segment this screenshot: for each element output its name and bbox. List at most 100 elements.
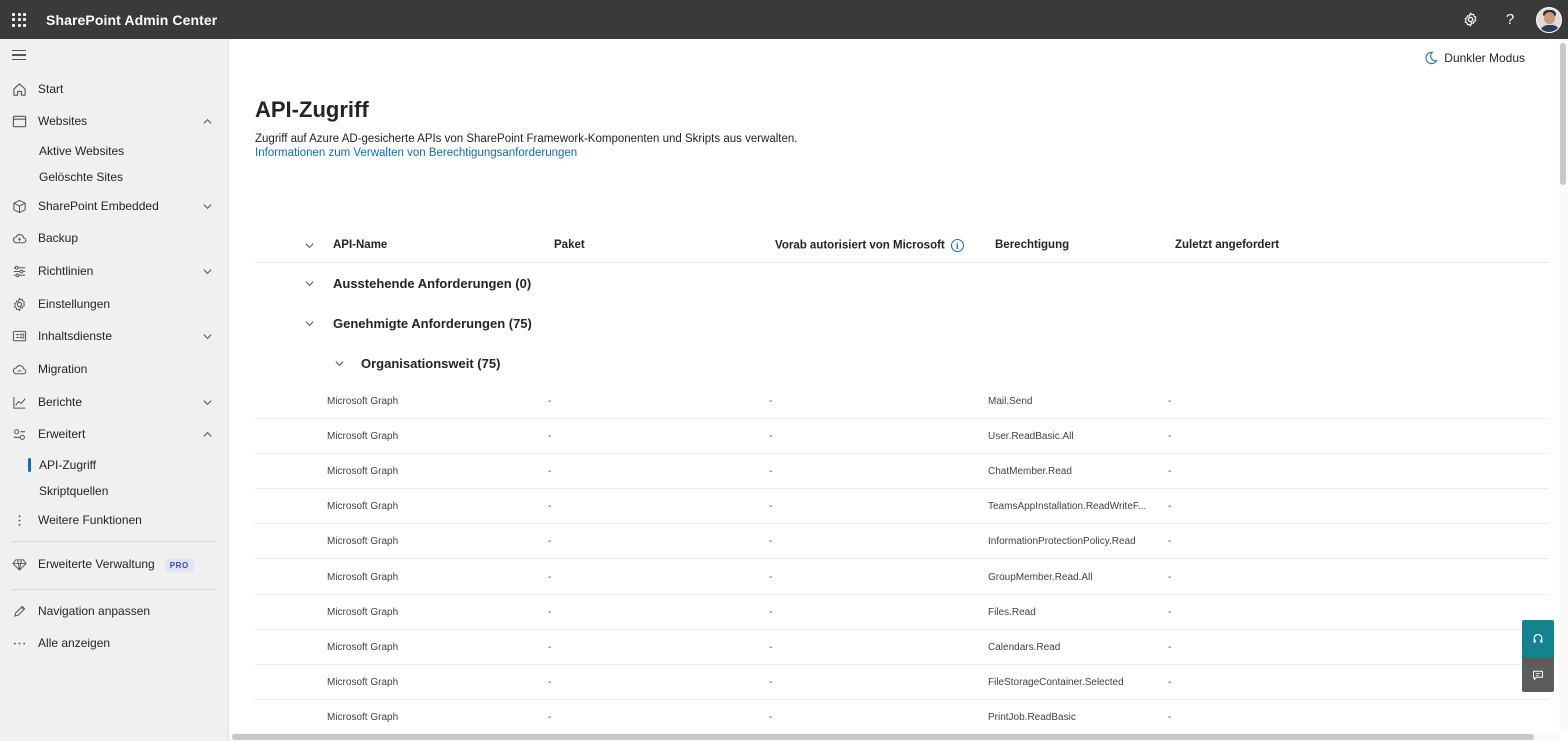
app-title[interactable]: SharePoint Admin Center	[46, 12, 217, 28]
table-row[interactable]: Microsoft Graph - - FileStorageContainer.Se…	[255, 665, 1549, 700]
help-support-button[interactable]	[1522, 620, 1554, 657]
cell-package: -	[548, 396, 552, 407]
sidebar-item-backup[interactable]: Backup	[0, 224, 229, 252]
group-approved-requests[interactable]: Genehmigte Anforderungen (75)	[303, 316, 532, 331]
cell-permission: TeamsAppInstallation.ReadWriteF...	[988, 501, 1147, 513]
sidebar-item-inhaltsdienste[interactable]: Inhaltsdienste	[0, 322, 229, 350]
divider	[12, 589, 216, 590]
sidebar-item-websites[interactable]: Websites	[0, 107, 229, 135]
table-row[interactable]: Microsoft Graph - - Mail.Send -	[255, 384, 1549, 419]
sidebar-item-sharepoint-embedded[interactable]: SharePoint Embedded	[0, 192, 229, 220]
cell-last-requested: -	[1168, 501, 1172, 513]
settings-button[interactable]	[1450, 0, 1490, 39]
horizontal-scrollbar[interactable]	[229, 733, 1559, 741]
sidebar-item-berichte[interactable]: Berichte	[0, 388, 229, 416]
chevron-down-icon	[303, 239, 315, 251]
sidebar-item-weitere-funktionen[interactable]: Weitere Funktionen	[0, 506, 229, 534]
group-pending-requests[interactable]: Ausstehende Anforderungen (0)	[303, 276, 531, 291]
chevron-down-icon	[197, 266, 217, 277]
cell-last-requested: -	[1168, 676, 1172, 688]
app-launcher-button[interactable]	[0, 0, 38, 39]
column-header-preauthorized[interactable]: Vorab autorisiert von Microsoft i	[775, 239, 964, 252]
table-row[interactable]: Microsoft Graph - - PrintJob.ReadBasic -	[255, 700, 1549, 735]
sidebar-subitem-active-websites[interactable]: Aktive Websites	[39, 141, 124, 161]
sidebar-item-label: Start	[38, 82, 64, 96]
sidebar-item-erweitert[interactable]: Erweitert	[0, 420, 229, 448]
main-content: Dunkler Modus API-Zugriff Zugriff auf Az…	[229, 39, 1559, 735]
scrollbar-thumb[interactable]	[1560, 43, 1566, 185]
sidebar-item-start[interactable]: Start	[0, 75, 229, 103]
sidebar-item-erweiterte-verwaltung[interactable]: Erweiterte Verwaltung PRO	[0, 550, 229, 578]
group-organization-wide[interactable]: Organisationsweit (75)	[333, 356, 500, 371]
cell-last-requested: -	[1168, 606, 1172, 618]
cell-last-requested: -	[1168, 711, 1172, 723]
cell-preauthorized: -	[769, 641, 773, 653]
sidebar-item-alle-anzeigen[interactable]: Alle anzeigen	[0, 629, 229, 657]
vertical-scrollbar[interactable]	[1559, 39, 1568, 733]
cell-permission: Calendars.Read	[988, 641, 1061, 653]
cell-preauthorized: -	[769, 711, 773, 723]
sidebar-subitem-script-sources[interactable]: Skriptquellen	[39, 481, 108, 501]
learn-more-link[interactable]: Informationen zum Verwalten von Berechti…	[255, 147, 577, 159]
table-row[interactable]: Microsoft Graph - - User.ReadBasic.All -	[255, 419, 1549, 455]
cell-package: -	[548, 606, 552, 618]
cell-last-requested: -	[1168, 466, 1172, 478]
cell-package: -	[548, 676, 552, 688]
column-header-permission[interactable]: Berechtigung	[995, 239, 1069, 251]
chat-icon	[1533, 670, 1543, 680]
more-vertical-icon	[0, 513, 38, 528]
headset-icon	[1533, 633, 1543, 643]
sidebar: Start Websites Aktive Websites Gelöschte…	[0, 39, 229, 741]
avatar[interactable]	[1536, 6, 1562, 33]
table-row[interactable]: Microsoft Graph - - Files.Read -	[255, 595, 1549, 630]
cell-last-requested: -	[1168, 431, 1172, 443]
cell-package: -	[548, 501, 552, 513]
table-row[interactable]: Microsoft Graph - - Calendars.Read -	[255, 630, 1549, 665]
sidebar-item-richtlinien[interactable]: Richtlinien	[0, 257, 229, 285]
chevron-down-icon	[197, 397, 217, 408]
feedback-button[interactable]	[1522, 657, 1554, 692]
chevron-up-icon	[197, 116, 217, 127]
cloud-backup-icon	[0, 231, 38, 246]
advanced-settings-icon	[0, 427, 38, 442]
cloud-upload-icon	[0, 362, 38, 377]
cell-preauthorized: -	[769, 466, 773, 478]
cell-api-name: Microsoft Graph	[327, 711, 399, 723]
page-description: Zugriff auf Azure AD-gesicherte APIs von…	[255, 133, 798, 145]
cell-permission: User.ReadBasic.All	[988, 431, 1074, 443]
collapse-all-button[interactable]	[303, 239, 315, 254]
table-row[interactable]: Microsoft Graph - - GroupMember.Read.All -	[255, 560, 1549, 595]
cell-preauthorized: -	[769, 606, 773, 618]
help-button[interactable]: ?	[1490, 0, 1530, 39]
sidebar-item-label: Berichte	[38, 395, 83, 409]
chevron-down-icon	[333, 358, 345, 370]
cell-api-name: Microsoft Graph	[327, 571, 399, 583]
sidebar-item-label: Weitere Funktionen	[38, 513, 142, 527]
table-row[interactable]: Microsoft Graph - - ChatMember.Read -	[255, 454, 1549, 490]
column-header-api-name[interactable]: API-Name	[333, 239, 387, 251]
cell-api-name: Microsoft Graph	[327, 676, 399, 688]
collapse-nav-button[interactable]	[12, 50, 26, 62]
column-header-last-requested[interactable]: Zuletzt angefordert	[1175, 239, 1279, 251]
info-icon[interactable]: i	[950, 239, 964, 252]
scrollbar-thumb[interactable]	[232, 734, 1534, 740]
cell-package: -	[548, 466, 552, 478]
sidebar-subitem-deleted-sites[interactable]: Gelöschte Sites	[39, 167, 123, 187]
column-header-package[interactable]: Paket	[554, 239, 585, 251]
chevron-down-icon	[303, 318, 315, 330]
table-row[interactable]: Microsoft Graph - - InformationProtectionPo…	[255, 524, 1549, 560]
cell-permission: InformationProtectionPolicy.Read	[988, 536, 1136, 548]
group-label: Organisationsweit (75)	[361, 356, 501, 371]
sidebar-subitem-api-access[interactable]: API-Zugriff	[39, 455, 96, 475]
sidebar-item-label: Alle anzeigen	[38, 636, 111, 650]
dark-mode-toggle[interactable]: Dunkler Modus	[1424, 51, 1525, 65]
sidebar-item-einstellungen[interactable]: Einstellungen	[0, 290, 229, 318]
gear-icon	[0, 296, 38, 312]
sidebar-item-migration[interactable]: Migration	[0, 355, 229, 383]
sidebar-item-navigation-anpassen[interactable]: Navigation anpassen	[0, 597, 229, 625]
cell-package: -	[548, 571, 552, 583]
gear-icon	[1464, 12, 1476, 27]
cell-preauthorized: -	[769, 536, 773, 548]
cell-permission: ChatMember.Read	[988, 466, 1072, 478]
table-row[interactable]: Microsoft Graph - - TeamsAppInstallation.Re…	[255, 489, 1549, 525]
